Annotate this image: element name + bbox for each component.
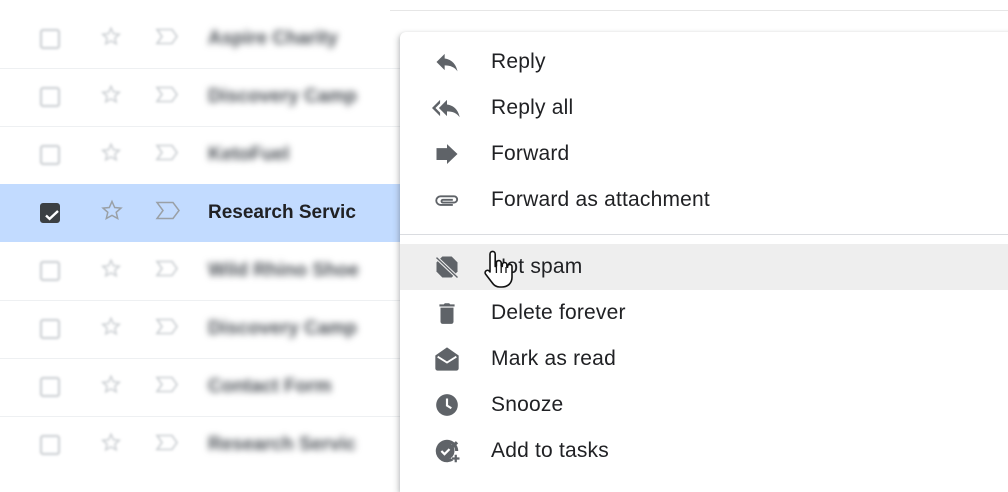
importance-marker-icon[interactable] [155,318,179,341]
star-icon[interactable] [100,199,124,228]
email-sender: Discovery Camp [208,318,357,339]
menu-item-reply[interactable]: Reply [400,39,1008,85]
row-checkbox-checked[interactable] [40,203,60,223]
star-icon[interactable] [100,432,122,459]
email-sender: Research Servic [208,434,356,455]
email-sender: Research Servic [208,202,356,223]
hand-cursor-icon [480,250,514,295]
star-icon[interactable] [100,374,122,401]
email-sender: Wild Rhino Shoe [208,260,359,281]
importance-marker-icon[interactable] [155,434,179,457]
row-checkbox[interactable] [40,319,60,339]
star-icon[interactable] [100,258,122,285]
importance-marker-icon[interactable] [155,28,179,51]
importance-marker-icon[interactable] [155,144,179,167]
menu-divider [400,234,1008,235]
menu-item-label: Forward as attachment [491,188,710,211]
row-checkbox[interactable] [40,435,60,455]
forward-icon [432,139,462,169]
reply-all-icon [432,93,462,123]
importance-marker-icon[interactable] [155,86,179,109]
menu-item-label: Mark as read [491,347,616,370]
menu-item-snooze[interactable]: Snooze [400,382,1008,428]
importance-marker-icon[interactable] [155,201,181,226]
star-icon[interactable] [100,84,122,111]
not-spam-icon [432,252,462,282]
row-checkbox[interactable] [40,145,60,165]
menu-item-forward-as-attachment[interactable]: Forward as attachment [400,177,1008,223]
menu-item-reply-all[interactable]: Reply all [400,85,1008,131]
menu-item-forward[interactable]: Forward [400,131,1008,177]
menu-item-label: Add to tasks [491,439,609,462]
menu-item-label: Delete forever [491,301,626,324]
row-checkbox[interactable] [40,29,60,49]
menu-item-label: Reply all [491,96,574,119]
menu-item-label: Reply [491,50,546,73]
row-checkbox[interactable] [40,87,60,107]
star-icon[interactable] [100,142,122,169]
email-sender: KetoFuel [208,144,290,165]
attachment-icon [432,185,462,215]
email-sender: Contact Form [208,376,332,397]
add-task-icon [432,436,462,466]
importance-marker-icon[interactable] [155,260,179,283]
importance-marker-icon[interactable] [155,376,179,399]
row-checkbox[interactable] [40,377,60,397]
menu-item-delete-forever[interactable]: Delete forever [400,290,1008,336]
reply-icon [432,47,462,77]
email-sender: Discovery Camp [208,86,357,107]
open-envelope-icon [432,344,462,374]
menu-item-label: Snooze [491,393,564,416]
star-icon[interactable] [100,316,122,343]
menu-item-add-to-tasks[interactable]: Add to tasks [400,428,1008,474]
clock-icon [432,390,462,420]
menu-item-mark-as-read[interactable]: Mark as read [400,336,1008,382]
menu-item-label: Forward [491,142,570,165]
row-checkbox[interactable] [40,261,60,281]
email-sender: Aspire Charity [208,28,338,49]
trash-icon [432,298,462,328]
star-icon[interactable] [100,26,122,53]
